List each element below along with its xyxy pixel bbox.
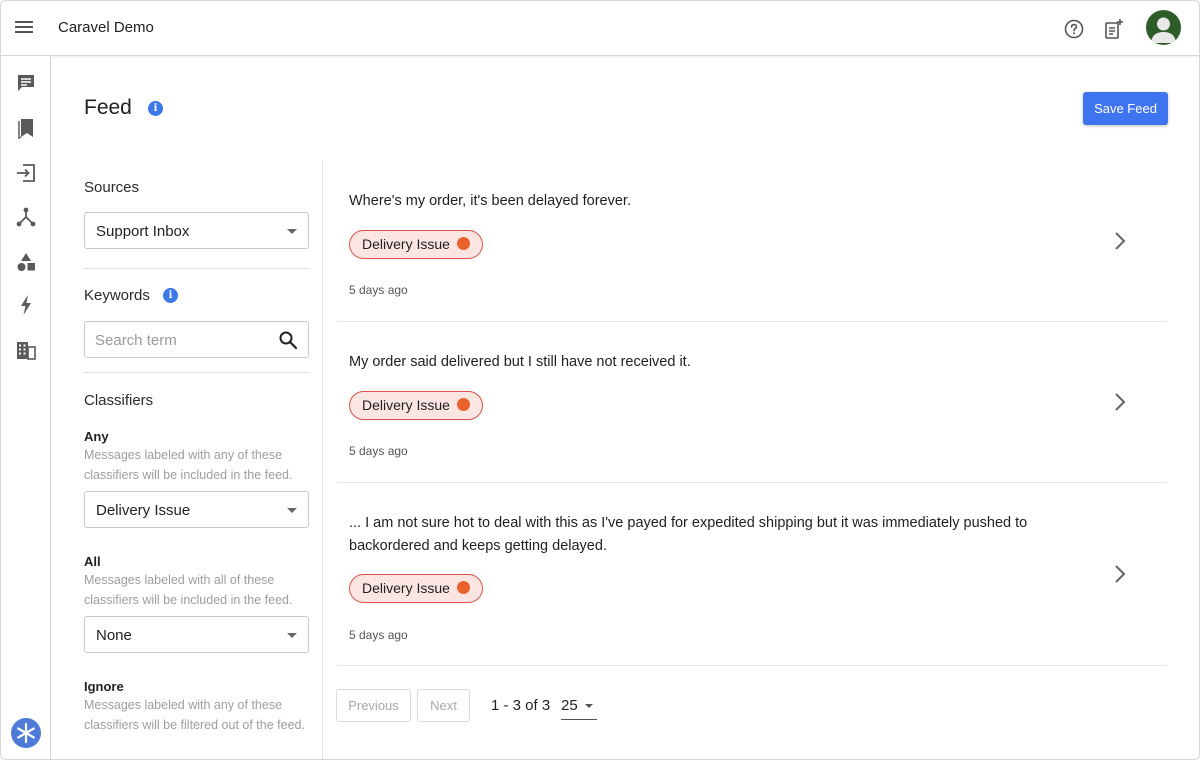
bookmark-icon[interactable] [15,117,37,139]
classifier-tag-label: Delivery Issue [362,236,450,252]
info-icon[interactable]: i [148,101,163,116]
feed-item[interactable]: Where's my order, it's been delayed fore… [337,161,1167,322]
panel-divider [322,161,323,759]
any-label: Any [84,429,109,444]
angry-face-icon [456,398,470,411]
brand-logo[interactable] [11,718,41,748]
chevron-right-icon[interactable] [1113,564,1127,584]
app-title: Caravel Demo [58,19,154,36]
angry-face-icon [456,581,470,594]
divider [84,268,309,269]
caret-down-icon [287,633,297,638]
shapes-icon[interactable] [15,251,37,273]
classifier-tag[interactable]: Delivery Issue [349,391,483,420]
previous-page-button[interactable]: Previous [336,689,411,722]
feed-item-text: ... I am not sure hot to deal with this … [349,515,1028,554]
user-icon [1151,17,1176,43]
any-classifier-value: Delivery Issue [96,502,191,519]
avatar[interactable] [1146,10,1181,45]
messages-icon[interactable] [15,72,37,94]
angry-face-icon [456,237,470,250]
any-help-text: Messages labeled with any of these class… [84,448,293,482]
pagination-count: 1 - 3 of 3 [491,697,551,714]
feed-item[interactable]: My order said delivered but I still have… [337,322,1167,483]
feed-item-time: 5 days ago [349,283,408,297]
ignore-help-text: Messages labeled with any of these class… [84,698,305,732]
top-bar: Caravel Demo [1,1,1199,56]
help-icon[interactable] [1064,19,1084,39]
all-help-text: Messages labeled with all of these class… [84,573,293,607]
side-nav [1,56,51,759]
lightning-icon[interactable] [15,294,37,316]
classifier-tag-label: Delivery Issue [362,397,450,413]
ignore-label: Ignore [84,679,124,694]
feed-item-time: 5 days ago [349,628,408,642]
building-icon[interactable] [15,339,37,361]
keyword-search [84,321,309,358]
any-classifier-select[interactable]: Delivery Issue [84,491,309,528]
divider [84,372,309,373]
app-window: Caravel Demo Feed i Save Feed Sources Su… [0,0,1200,760]
caret-down-icon [287,508,297,513]
snowflake-logo-icon [17,722,35,744]
menu-icon[interactable] [15,18,35,38]
search-icon[interactable] [278,330,298,350]
save-feed-button[interactable]: Save Feed [1083,92,1168,125]
caret-down-icon [287,229,297,234]
feed-item-time: 5 days ago [349,444,408,458]
caret-down-icon [585,704,593,708]
chevron-right-icon[interactable] [1113,231,1127,251]
keywords-info-icon[interactable]: i [163,288,178,303]
feed-item-text: Where's my order, it's been delayed fore… [349,193,631,209]
chevron-right-icon[interactable] [1113,392,1127,412]
sources-select-value: Support Inbox [96,223,190,240]
hierarchy-icon[interactable] [15,206,37,228]
feed-item[interactable]: ... I am not sure hot to deal with this … [337,483,1167,666]
classifier-tag[interactable]: Delivery Issue [349,574,483,603]
all-classifier-value: None [96,627,132,644]
classifiers-label: Classifiers [84,392,154,409]
sources-label: Sources [84,179,140,196]
sources-select[interactable]: Support Inbox [84,212,309,249]
keyword-search-input[interactable] [95,330,275,350]
note-add-icon[interactable] [1104,18,1124,40]
page-size-value: 25 [561,697,578,714]
all-label: All [84,554,101,569]
classifier-tag[interactable]: Delivery Issue [349,230,483,259]
page-size-select[interactable]: 25 [561,694,597,720]
classifier-tag-label: Delivery Issue [362,580,450,596]
keywords-label: Keywords [84,287,150,304]
all-classifier-select[interactable]: None [84,616,309,653]
next-page-button[interactable]: Next [417,689,470,722]
page-title: Feed [84,96,132,119]
feed-item-text: My order said delivered but I still have… [349,354,691,370]
sign-in-icon[interactable] [15,162,37,184]
